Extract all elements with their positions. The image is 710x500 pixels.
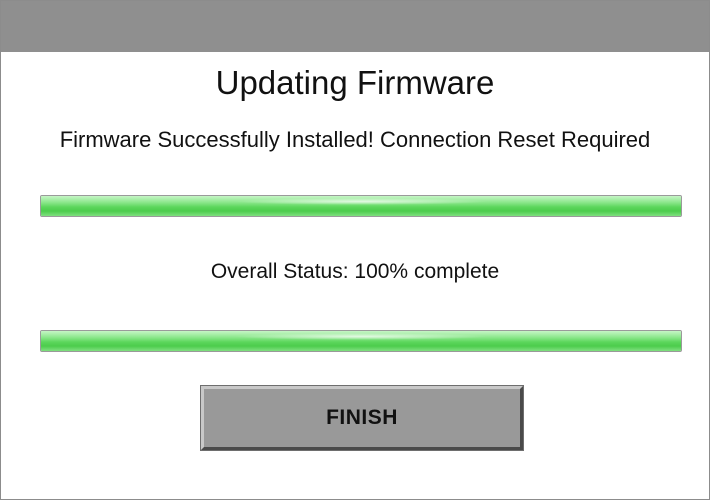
install-message: Firmware Successfully Installed! Connect… xyxy=(59,127,651,152)
title-bar[interactable] xyxy=(1,1,709,52)
overall-progress-bar xyxy=(40,330,682,352)
firmware-update-dialog: Updating Firmware Firmware Successfully … xyxy=(0,0,710,500)
dialog-title: Updating Firmware xyxy=(215,64,495,101)
firmware-progress-bar xyxy=(40,195,682,217)
overall-status-text: Overall Status: 100% complete xyxy=(210,260,500,283)
overall-progress-fill xyxy=(41,331,681,351)
finish-button[interactable]: FINISH xyxy=(200,385,524,451)
firmware-progress-fill xyxy=(41,196,681,216)
